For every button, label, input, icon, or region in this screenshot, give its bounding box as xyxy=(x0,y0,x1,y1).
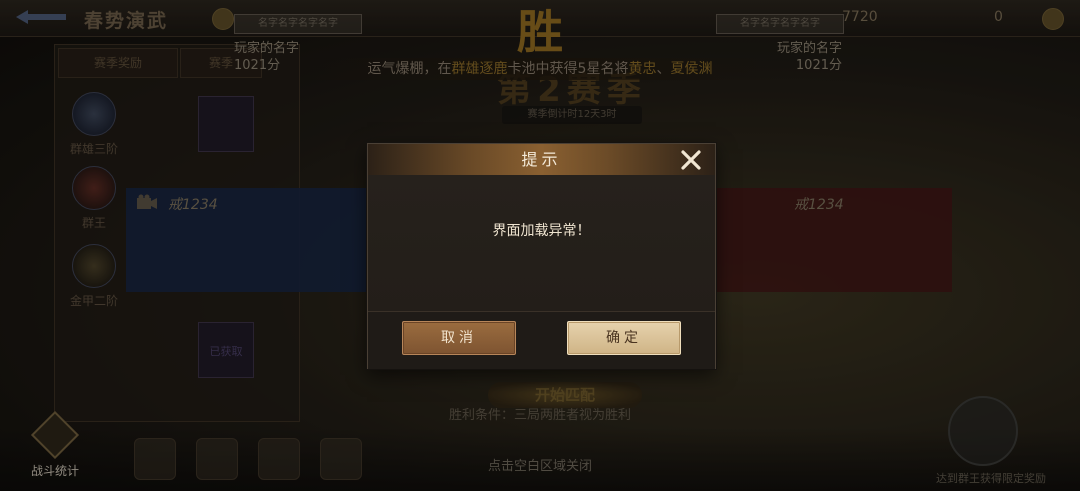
dialog-title: 提示 xyxy=(521,150,562,169)
dialog-body xyxy=(368,175,715,311)
confirm-button[interactable]: 确定 xyxy=(567,321,681,355)
alert-dialog: 提示 界面加载异常！ 取消 确定 xyxy=(367,143,716,369)
dialog-message: 界面加载异常！ xyxy=(492,223,591,239)
close-icon[interactable] xyxy=(679,148,703,172)
dialog-header: 提示 xyxy=(368,144,715,176)
cancel-button[interactable]: 取消 xyxy=(402,321,516,355)
game-screen: 春势演武 7720 0 赛季奖励 赛季 群雄三阶 群王 金甲二阶 已获取 胜 第… xyxy=(0,0,1080,491)
